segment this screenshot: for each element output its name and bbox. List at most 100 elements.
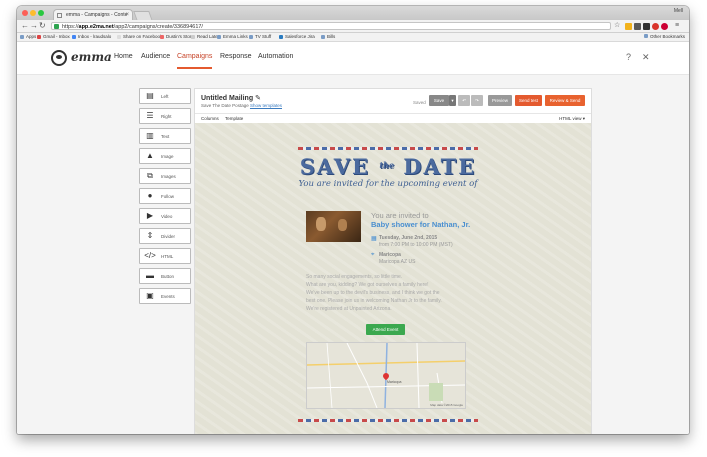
redo-icon[interactable]: ↷ [471, 95, 483, 106]
bookmark-gmail[interactable]: Gmail - Inbox [37, 33, 70, 41]
email-canvas: SAVE the DATE You are invited for the up… [195, 123, 591, 434]
bookmark-bills[interactable]: Bills [321, 33, 335, 41]
emma-app: emma Home Audience Campaigns Response Au… [17, 42, 689, 434]
send-test-button[interactable]: Send test [515, 95, 542, 106]
view-select[interactable]: HTML view ▾ [559, 114, 585, 123]
tab-columns[interactable]: Columns [201, 114, 219, 123]
button-icon: ▬ [146, 271, 154, 280]
maximize-window-button[interactable] [38, 10, 44, 16]
bookmark-star-icon[interactable]: ☆ [614, 21, 620, 31]
folder-icon [321, 34, 325, 39]
event-date: Tuesday, June 2nd, 2015 [379, 235, 438, 241]
url-prefix: https:// [62, 24, 79, 30]
event-time: from 7:00 PM to 10:00 PM (MST) [379, 242, 453, 248]
bookmark-apps[interactable]: Apps [20, 33, 36, 41]
url-host: app.e2ma.net [78, 24, 114, 30]
preview-button[interactable]: Preview [488, 95, 512, 106]
gmail-icon [37, 34, 41, 39]
browser-window: emma - Campaigns - Conte × Mell ← → ↻ ht… [17, 6, 689, 434]
save-dropdown-chevron-icon[interactable]: ▾ [449, 95, 456, 106]
event-photo[interactable] [306, 211, 361, 242]
block-left[interactable]: ▤ Left [139, 88, 191, 104]
page-favicon-icon [57, 13, 62, 18]
event-description[interactable]: So many social engagements, so little ti… [306, 273, 486, 313]
block-video[interactable]: ▶ Video [139, 208, 191, 224]
block-text[interactable]: ▥ Text [139, 128, 191, 144]
chevron-down-icon: ▾ [582, 116, 585, 121]
nav-response[interactable]: Response [220, 53, 252, 60]
save-the-date-headline[interactable]: SAVE the DATE [298, 154, 478, 179]
inbox-icon [72, 34, 76, 39]
bookmark-inbox[interactable]: Inbox - lraudsalo [72, 33, 111, 41]
settings-tools-icon[interactable]: ✕ [642, 52, 650, 63]
tab-template[interactable]: Template [225, 114, 243, 123]
minimize-window-button[interactable] [30, 10, 36, 16]
folder-icon [249, 34, 253, 39]
block-images[interactable]: ⧉ Images [139, 168, 191, 184]
close-window-button[interactable] [22, 10, 28, 16]
map-label: Maricopa [387, 380, 402, 384]
review-send-button[interactable]: Review & Send [545, 95, 585, 106]
block-right[interactable]: ☰ Right [139, 108, 191, 124]
nav-audience[interactable]: Audience [141, 53, 170, 60]
extension-icon-4[interactable] [652, 23, 659, 30]
help-icon[interactable]: ? [626, 52, 631, 62]
emma-logo-text[interactable]: emma [71, 50, 112, 64]
block-image[interactable]: ▲ Image [139, 148, 191, 164]
page-icon [191, 34, 195, 39]
nav-home[interactable]: Home [114, 53, 133, 60]
forward-arrow-icon[interactable]: → [30, 21, 38, 31]
mailing-title[interactable]: Untitled Mailing ✎ [201, 94, 261, 102]
tab-strip: emma - Campaigns - Conte × Mell [17, 6, 689, 21]
calendar-icon: ▦ [371, 236, 377, 242]
event-name[interactable]: Baby shower for Nathan, Jr. [371, 220, 470, 229]
events-calendar-icon: ▣ [146, 291, 154, 300]
extension-icon-2[interactable] [634, 23, 641, 30]
bookmarks-bar: Apps Gmail - Inbox Inbox - lraudsalo Sha… [17, 33, 689, 42]
event-place: Maricopa [379, 252, 401, 258]
extension-icon-3[interactable] [643, 23, 650, 30]
attend-event-button[interactable]: Attend Event [366, 324, 405, 335]
edit-pencil-icon[interactable]: ✎ [255, 95, 261, 102]
other-bookmarks[interactable]: Other Bookmarks [643, 33, 685, 41]
story-icon [160, 34, 164, 39]
tab-title: emma - Campaigns - Conte [66, 12, 128, 18]
bookmark-facebook[interactable]: Share on Facebook [117, 33, 162, 41]
folder-icon [217, 34, 221, 39]
url-path: /app2/campaigns/create/336894617/ [113, 24, 203, 30]
bookmark-dustins-story[interactable]: Dustin's Story [160, 33, 194, 41]
block-divider[interactable]: ⇕ Divider [139, 228, 191, 244]
image-icon: ▲ [146, 151, 154, 160]
block-button[interactable]: ▬ Button [139, 268, 191, 284]
nav-automation[interactable]: Automation [258, 53, 293, 60]
browser-toolbar: ← → ↻ https://app.e2ma.net/app2/campaign… [17, 20, 689, 33]
reload-icon[interactable]: ↻ [39, 21, 46, 31]
salesforce-icon [279, 34, 283, 39]
chrome-menu-icon[interactable]: ≡ [675, 21, 679, 31]
divider-icon: ⇕ [146, 231, 154, 240]
invited-script-line[interactable]: You are invited for the upcoming event o… [298, 179, 478, 189]
location-pin-icon: ⌖ [371, 252, 375, 258]
extension-icon-5[interactable] [661, 23, 668, 30]
app-header: emma Home Audience Campaigns Response Au… [17, 42, 689, 75]
extension-icon-1[interactable] [625, 23, 632, 30]
folder-icon [643, 34, 648, 38]
profile-name[interactable]: Mell [674, 8, 683, 14]
browser-tab[interactable]: emma - Campaigns - Conte × [53, 9, 133, 20]
block-events[interactable]: ▣ Events [139, 288, 191, 304]
bookmark-emma-links[interactable]: Emma Links [217, 33, 248, 41]
undo-icon[interactable]: ↶ [458, 95, 470, 106]
address-bar[interactable]: https://app.e2ma.net/app2/campaigns/crea… [51, 22, 611, 30]
event-map[interactable]: Maricopa Map data ©2015 Google [306, 342, 466, 409]
back-arrow-icon[interactable]: ← [21, 21, 29, 31]
bookmark-tv-stuff[interactable]: TV Stuff [249, 33, 271, 41]
bookmark-salesforce-jira[interactable]: Salesforce Jira [279, 33, 315, 41]
tab-close-icon[interactable]: × [125, 10, 129, 20]
bookmark-read-later[interactable]: Read Later [191, 33, 219, 41]
save-button[interactable]: Save [429, 95, 449, 106]
block-html[interactable]: </> HTML [139, 248, 191, 264]
emma-logo-icon[interactable] [51, 50, 67, 66]
show-templates-link[interactable]: Show templates [250, 103, 282, 108]
nav-campaigns[interactable]: Campaigns [177, 53, 213, 69]
block-follow[interactable]: ● Follow [139, 188, 191, 204]
